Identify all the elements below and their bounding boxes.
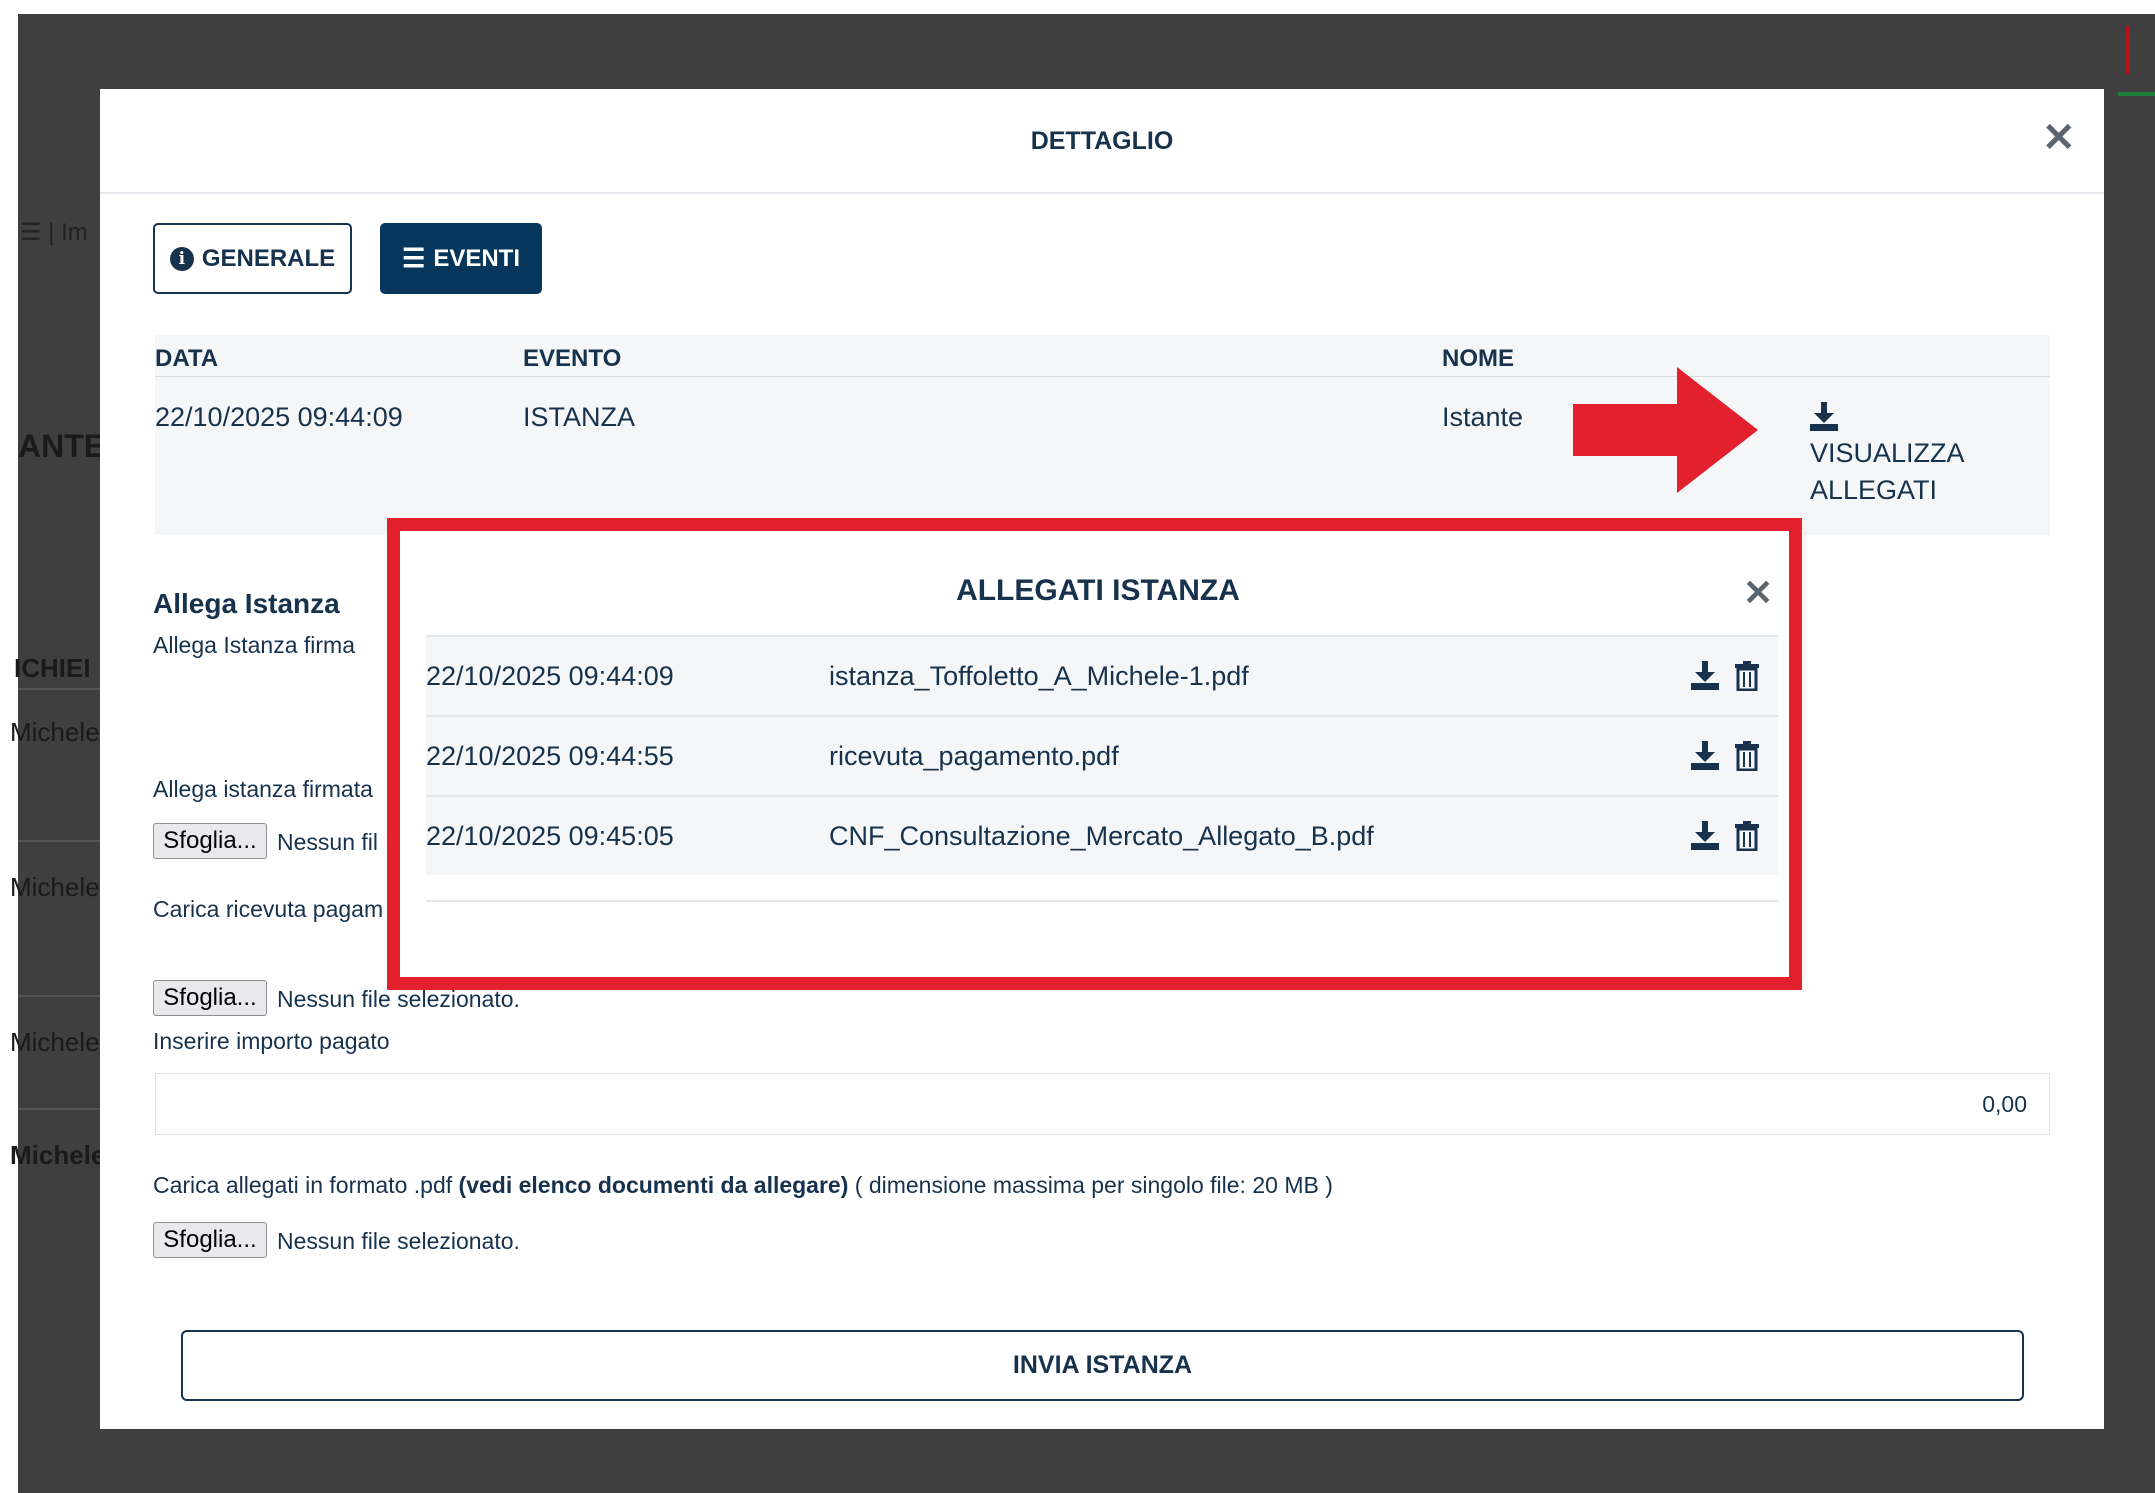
section-subtitle: Allega Istanza firma — [153, 632, 355, 658]
download-icon[interactable] — [1691, 821, 1719, 851]
view-attachments-link[interactable]: VISUALIZZA ALLEGATI — [1810, 402, 2010, 506]
table-header-divider — [155, 376, 2050, 377]
download-icon — [1810, 402, 1838, 431]
attachments-label-prefix: Carica allegati in formato .pdf — [153, 1172, 459, 1198]
attachment-row: 22/10/2025 09:45:05 CNF_Consultazione_Me… — [426, 795, 1778, 875]
attachment-date: 22/10/2025 09:44:09 — [426, 661, 674, 691]
section-title: Allega Istanza — [153, 588, 340, 619]
background-row-name: Michele — [10, 1027, 100, 1057]
attachments-modal-title: ALLEGATI ISTANZA — [956, 574, 1240, 607]
background-divider — [18, 1108, 100, 1110]
signed-instance-label: Allega istanza firmata — [153, 776, 373, 802]
background-menu-text: ☰ | Im — [20, 219, 88, 246]
red-arrow-annotation — [1573, 367, 1758, 493]
submit-instance-button[interactable]: INVIA ISTANZA — [181, 1330, 2024, 1401]
attachment-filename: CNF_Consultazione_Mercato_Allegato_B.pdf — [829, 821, 1374, 851]
events-table — [155, 335, 2050, 535]
column-header-evento: EVENTO — [523, 345, 622, 372]
trash-icon[interactable] — [1735, 821, 1759, 851]
no-file-text: Nessun file selezionato. — [277, 1228, 520, 1254]
attachment-filename: istanza_Toffoletto_A_Michele-1.pdf — [829, 661, 1249, 691]
modal-title: DETTAGLIO — [1030, 127, 1174, 155]
attachments-label-suffix: ( dimensione massima per singolo file: 2… — [848, 1172, 1333, 1198]
attachment-row: 22/10/2025 09:44:09 istanza_Toffoletto_A… — [426, 635, 1778, 715]
attachment-date: 22/10/2025 09:45:05 — [426, 821, 674, 851]
background-row-name: Michele — [10, 872, 100, 902]
download-icon[interactable] — [1691, 661, 1719, 691]
attachment-filename: ricevuta_pagamento.pdf — [829, 741, 1119, 771]
attachment-actions — [1691, 821, 1759, 851]
info-circle-icon: i — [169, 246, 194, 271]
attachments-table-divider — [426, 900, 1778, 902]
event-date: 22/10/2025 09:44:09 — [155, 402, 403, 432]
amount-input[interactable]: 0,00 — [155, 1073, 2050, 1135]
attachment-row: 22/10/2025 09:44:55 ricevuta_pagamento.p… — [426, 715, 1778, 795]
background-row-name: Michele — [10, 717, 100, 747]
background-heading: ANTE — [18, 428, 106, 464]
background-row-name: Michele — [10, 1140, 106, 1170]
close-icon[interactable]: ✕ — [1743, 573, 1773, 613]
view-attachments-label-line2: ALLEGATI — [1810, 475, 1938, 505]
trash-icon[interactable] — [1735, 741, 1759, 771]
browse-button-attachments[interactable]: Sfoglia... — [153, 1222, 267, 1258]
amount-label: Inserire importo pagato — [153, 1028, 390, 1054]
background-column-header: ICHIEI — [14, 653, 91, 683]
browse-button-signed[interactable]: Sfoglia... — [153, 823, 267, 859]
background-divider — [18, 840, 100, 842]
tab-eventi-label: EVENTI — [433, 244, 520, 272]
attachment-date: 22/10/2025 09:44:55 — [426, 741, 674, 771]
attachments-modal: ALLEGATI ISTANZA ✕ 22/10/2025 09:44:09 i… — [393, 530, 1803, 980]
modal-header: DETTAGLIO ✕ — [100, 89, 2104, 194]
attachments-label: Carica allegati in formato .pdf (vedi el… — [153, 1172, 1333, 1199]
download-icon[interactable] — [1691, 741, 1719, 771]
background-divider — [18, 688, 100, 690]
background-logo-fragment — [2118, 14, 2155, 98]
event-type: ISTANZA — [523, 402, 636, 432]
attachment-actions — [1691, 741, 1759, 771]
attachment-actions — [1691, 661, 1759, 691]
column-header-nome: NOME — [1442, 345, 1514, 372]
tab-generale[interactable]: i GENERALE — [153, 223, 352, 294]
trash-icon[interactable] — [1735, 661, 1759, 691]
tab-eventi[interactable]: ☰ EVENTI — [380, 223, 542, 294]
no-file-text-partial: Nessun fil — [277, 829, 378, 855]
background-divider — [18, 995, 100, 997]
column-header-data: DATA — [155, 345, 219, 372]
list-icon: ☰ — [402, 243, 426, 273]
document-list-link[interactable]: (vedi elenco documenti da allegare) — [459, 1172, 849, 1198]
close-icon[interactable]: ✕ — [2042, 118, 2076, 158]
no-file-text: Nessun file selezionato. — [277, 986, 520, 1012]
tab-generale-label: GENERALE — [201, 244, 336, 272]
view-attachments-label-line1: VISUALIZZA — [1810, 438, 1965, 468]
browse-button-receipt[interactable]: Sfoglia... — [153, 980, 267, 1016]
event-name: Istante — [1442, 402, 1524, 432]
payment-receipt-label: Carica ricevuta pagam — [153, 896, 384, 922]
